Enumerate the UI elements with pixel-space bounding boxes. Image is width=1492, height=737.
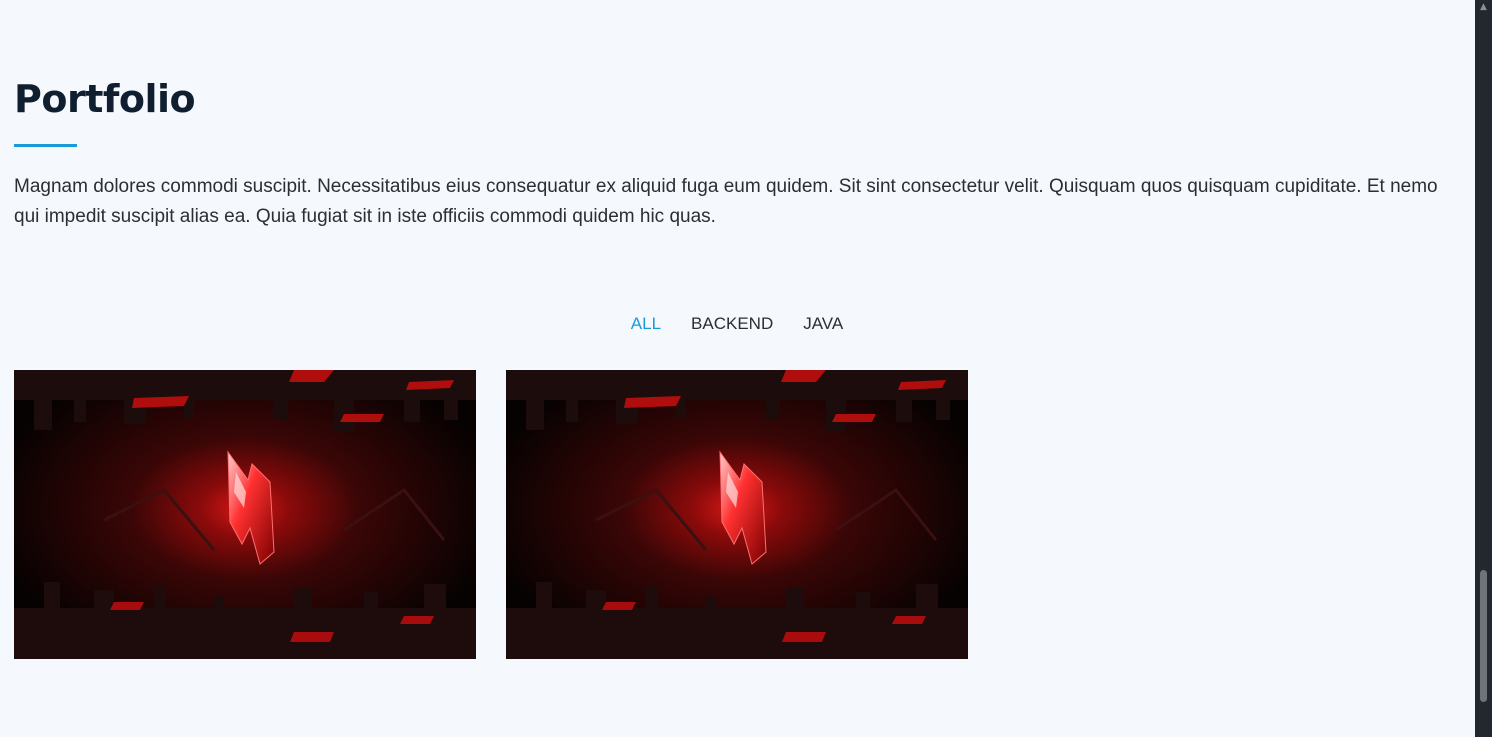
section-title: Portfolio (14, 77, 196, 121)
portfolio-image-1 (14, 370, 476, 659)
vertical-scrollbar[interactable]: ▲ (1475, 0, 1492, 737)
chevron-up-icon[interactable]: ▲ (1475, 0, 1492, 14)
section-description: Magnam dolores commodi suscipit. Necessi… (14, 176, 1438, 227)
portfolio-item-1[interactable] (14, 370, 476, 659)
title-underline (14, 144, 77, 147)
filter-all[interactable]: ALL (616, 310, 676, 338)
portfolio-filters: ALL BACKEND JAVA (14, 310, 1460, 338)
portfolio-image-2 (506, 370, 968, 659)
filter-backend[interactable]: BACKEND (676, 310, 788, 338)
scrollbar-thumb[interactable] (1480, 570, 1487, 702)
portfolio-item-2[interactable] (506, 370, 968, 659)
page: Portfolio Magnam dolores commodi suscipi… (0, 0, 1492, 737)
filter-java[interactable]: JAVA (788, 310, 858, 338)
portfolio-grid (14, 370, 968, 659)
